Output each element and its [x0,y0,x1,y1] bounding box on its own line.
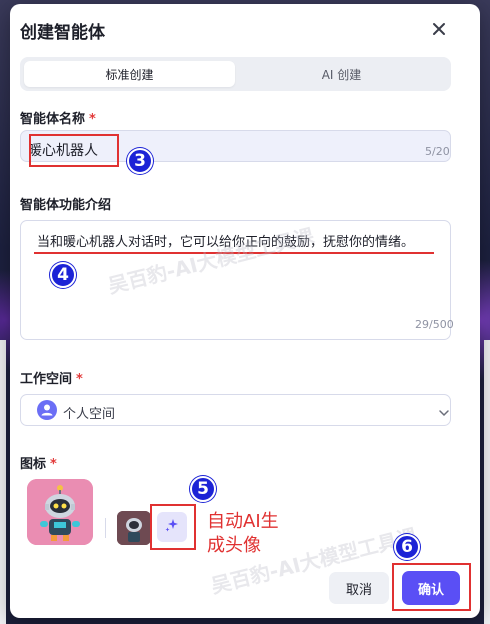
annotation-box-name [29,134,119,167]
agent-name-label-text: 智能体名称 [20,112,86,127]
dialog-title: 创建智能体 [20,23,105,43]
agent-avatar-thumbnail[interactable] [117,511,151,545]
tab-standard-create[interactable]: 标准创建 [24,61,235,87]
agent-avatar-preview [27,479,93,545]
icon-label: 图标 * [20,453,57,472]
required-mark: * [89,112,96,127]
icon-label-text: 图标 [20,457,47,472]
cancel-button[interactable]: 取消 [329,572,389,604]
required-mark: * [76,372,83,387]
background-page-left [0,340,6,624]
tab-ai-create[interactable]: AI 创建 [236,61,447,87]
step-badge-5: 5 [190,476,216,502]
workspace-label-text: 工作空间 [20,372,73,387]
agent-name-counter: 5/20 [425,145,450,158]
chevron-down-icon [438,404,450,417]
agent-description-counter: 29/500 [415,318,454,331]
annotation-underline-description [34,252,434,254]
step-badge-4: 4 [50,262,76,288]
agent-name-label: 智能体名称 * [20,108,96,127]
required-mark: * [50,457,57,472]
agent-description-value: 当和暖心机器人对话时，它可以给你正向的鼓励，抚慰你的情绪。 [37,235,415,250]
annotation-box-ai-generate [150,504,196,550]
user-icon [37,400,57,420]
step-badge-3: 3 [127,148,153,174]
agent-description-label: 智能体功能介绍 [20,198,112,213]
workspace-label: 工作空间 * [20,368,83,387]
annotation-box-confirm [392,563,471,611]
annotation-ai-note: 自动AI生 成头像 [207,511,279,556]
step-badge-6: 6 [394,534,420,560]
create-mode-tabs: 标准创建 AI 创建 [20,57,451,91]
background-page-right [484,340,490,624]
divider [105,518,106,538]
close-icon[interactable] [430,20,448,38]
workspace-value: 个人空间 [63,407,116,422]
